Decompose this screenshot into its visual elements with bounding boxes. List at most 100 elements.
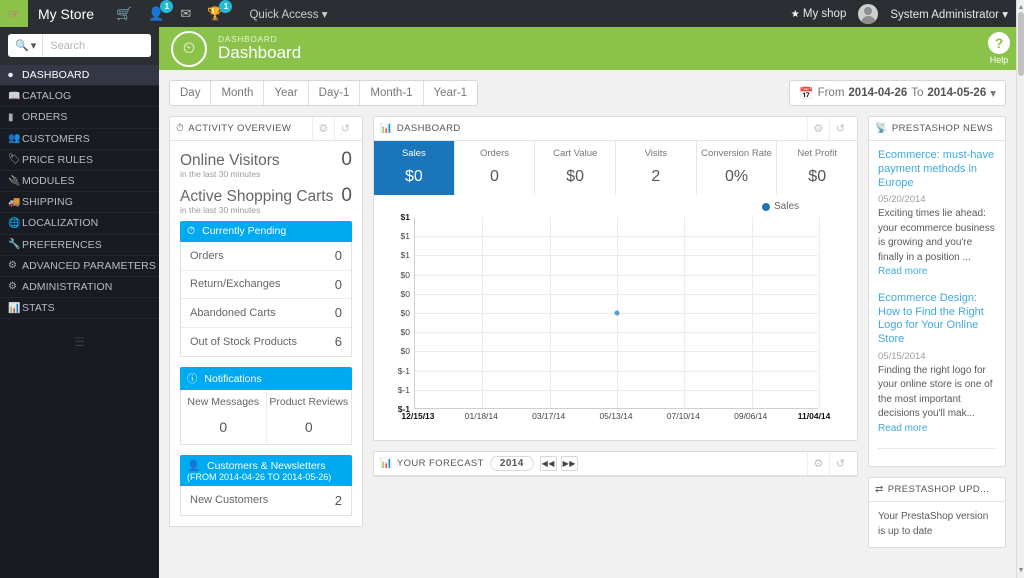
store-name-link[interactable]: My Store	[38, 6, 94, 22]
wrench-icon: 🔧	[8, 239, 21, 251]
row-label: New Customers	[190, 494, 269, 507]
kpi-value: $0	[404, 168, 423, 185]
list-item[interactable]: Out of Stock Products 6	[181, 328, 351, 357]
sidebar-collapse-button[interactable]: ☰	[0, 335, 159, 349]
account-menu[interactable]: System Administrator ▾	[890, 7, 1008, 21]
chart-plot-wrapper: $1 $1 $1 $0 $0 $0 $0 $0 $-1 $-1 $-1 12/15/13 01/18/…	[380, 212, 852, 429]
kpi-value: 0	[490, 168, 499, 185]
sidebar-item-preferences[interactable]: 🔧 PREFERENCES	[0, 235, 159, 256]
clock-icon: ⏱	[176, 123, 185, 134]
sidebar-item-catalog[interactable]: 📖 CATALOG	[0, 86, 159, 108]
gear-icon[interactable]: ⚙	[312, 117, 334, 140]
sidebar-item-label: CATALOG	[22, 90, 72, 103]
forecast-panel: 📊 YOUR FORECAST 2014 ◀◀ ▶▶ ⚙ ↺	[373, 451, 858, 477]
sidebar-item-label: CUSTOMERS	[22, 132, 90, 145]
trophy-icon[interactable]: 🏆 1	[207, 0, 233, 20]
forecast-year[interactable]: 2014	[489, 456, 534, 471]
read-more-link[interactable]: Read more	[878, 266, 927, 277]
tab-conversion-rate[interactable]: Conversion Rate 0%	[697, 141, 778, 195]
range-button-year[interactable]: Year	[264, 81, 309, 105]
logo-button[interactable]: ☞	[0, 0, 28, 27]
sidebar-item-advanced-parameters[interactable]: ⚙ ADVANCED PARAMETERS	[0, 256, 159, 277]
search-box[interactable]: 🔍 ▾	[8, 34, 151, 57]
top-icon-group: 🛒 👤 1 ✉ 🏆 1	[116, 0, 233, 20]
tab-orders[interactable]: Orders 0	[455, 141, 536, 195]
sidebar-item-modules[interactable]: 🔌 MODULES	[0, 171, 159, 193]
news-item-title[interactable]: Ecommerce Design: How to Find the Right …	[878, 292, 996, 347]
range-button-year-1[interactable]: Year-1	[424, 81, 477, 105]
list-item[interactable]: New Customers 2	[181, 486, 351, 515]
sidebar: 🔍 ▾ ⏺ DASHBOARD 📖 CATALOG ▮ ORDERS 👥 CU	[0, 27, 159, 578]
list-item[interactable]: Abandoned Carts 0	[181, 299, 351, 328]
bar-chart-icon: 📊	[380, 458, 393, 469]
app-root: ☞ My Store 🛒 👤 1 ✉ 🏆 1 Quick Access ▾ ★ …	[0, 0, 1024, 578]
notification-new-messages[interactable]: New Messages 0	[181, 390, 267, 444]
clock-icon: ⏱	[187, 225, 196, 237]
avatar[interactable]	[858, 3, 879, 24]
news-item-date: 05/20/2014	[878, 194, 926, 206]
sidebar-item-dashboard[interactable]: ⏺ DASHBOARD	[0, 65, 159, 87]
fast-backward-icon[interactable]: ◀◀	[539, 456, 557, 471]
help-button[interactable]: ? Help	[988, 32, 1010, 65]
sidebar-item-label: ADVANCED PARAMETERS	[22, 259, 156, 272]
gear-icon[interactable]: ⚙	[807, 452, 829, 475]
list-item: Ecommerce Design: How to Find the Right …	[878, 292, 996, 437]
messages-icon[interactable]: ✉	[180, 7, 191, 20]
kpi-label: Visits	[644, 148, 668, 159]
chart-y-axis: $1 $1 $1 $0 $0 $0 $0 $0 $-1 $-1 $-1	[380, 212, 412, 414]
range-button-month-1[interactable]: Month-1	[360, 81, 424, 105]
online-visitors-value: 0	[341, 149, 352, 170]
info-icon: ⓘ	[187, 373, 198, 385]
tab-visits[interactable]: Visits 2	[616, 141, 697, 195]
dashboard-gauge-icon: ⏲	[171, 30, 207, 67]
sidebar-item-administration[interactable]: ⚙ ADMINISTRATION	[0, 277, 159, 299]
notification-product-reviews[interactable]: Product Reviews 0	[267, 390, 352, 444]
sidebar-item-shipping[interactable]: 🚚 SHIPPING	[0, 192, 159, 214]
sidebar-item-label: ORDERS	[22, 111, 68, 124]
chart-plot-area	[414, 217, 820, 409]
range-button-day-1[interactable]: Day-1	[309, 81, 361, 105]
my-shop-link[interactable]: ★ My shop	[791, 8, 847, 20]
refresh-icon[interactable]: ↺	[829, 117, 851, 140]
sidebar-item-stats[interactable]: 📊 STATS	[0, 298, 159, 320]
rss-icon: 📡	[875, 123, 888, 134]
refresh-icon[interactable]: ↺	[334, 117, 356, 140]
scroll-down-icon[interactable]: ▼	[1017, 565, 1024, 576]
chart-gridline	[819, 217, 820, 408]
range-button-day[interactable]: Day	[170, 81, 212, 105]
list-item[interactable]: Return/Exchanges 0	[181, 271, 351, 299]
panels-grid: ⏱ ACTIVITY OVERVIEW ⚙ ↺ Online Visitors …	[169, 116, 1006, 549]
customers-icon[interactable]: 👤 1	[148, 0, 174, 20]
online-visitors-row: Online Visitors 0	[180, 149, 352, 171]
list-item[interactable]: Orders 0	[181, 242, 351, 271]
cart-icon[interactable]: 🛒	[116, 7, 132, 20]
scrollbar-thumb[interactable]	[1018, 12, 1024, 76]
chart-data-point[interactable]	[614, 310, 620, 316]
tab-net-profit[interactable]: Net Profit $0	[777, 141, 857, 195]
news-item-date: 05/15/2014	[878, 350, 926, 362]
cell-value: 0	[219, 419, 228, 435]
search-input[interactable]	[43, 34, 151, 57]
date-toolbar: Day Month Year Day-1 Month-1 Year-1 📅 Fr…	[169, 80, 1006, 106]
sidebar-item-orders[interactable]: ▮ ORDERS	[0, 107, 159, 129]
sidebar-item-customers[interactable]: 👥 CUSTOMERS	[0, 129, 159, 150]
read-more-link[interactable]: Read more	[878, 423, 927, 434]
sidebar-item-localization[interactable]: 🌐 LOCALIZATION	[0, 213, 159, 235]
search-scope-button[interactable]: 🔍 ▾	[8, 34, 44, 57]
kpi-label: Conversion Rate	[701, 148, 772, 159]
notifications-title: Notifications	[204, 373, 262, 385]
date-range-picker[interactable]: 📅 From 2014-04-26 To 2014-05-26 ▾	[789, 80, 1006, 106]
fast-forward-icon[interactable]: ▶▶	[560, 456, 578, 471]
page-scrollbar[interactable]: ▲ ▼	[1016, 0, 1024, 578]
tab-cart-value[interactable]: Cart Value $0	[535, 141, 617, 195]
quick-access-dropdown[interactable]: Quick Access ▾	[249, 7, 327, 21]
range-button-month[interactable]: Month	[211, 81, 265, 105]
sidebar-item-price-rules[interactable]: 🏷 PRICE RULES	[0, 150, 159, 171]
customers-newsletters-list: New Customers 2	[180, 486, 352, 516]
sidebar-item-label: PREFERENCES	[22, 238, 102, 251]
refresh-icon[interactable]: ↺	[829, 452, 851, 475]
tab-sales[interactable]: Sales $0	[374, 141, 455, 195]
my-shop-label: My shop	[802, 7, 847, 20]
news-item-title[interactable]: Ecommerce: must-have payment methods in …	[878, 149, 996, 190]
gear-icon[interactable]: ⚙	[807, 117, 829, 140]
